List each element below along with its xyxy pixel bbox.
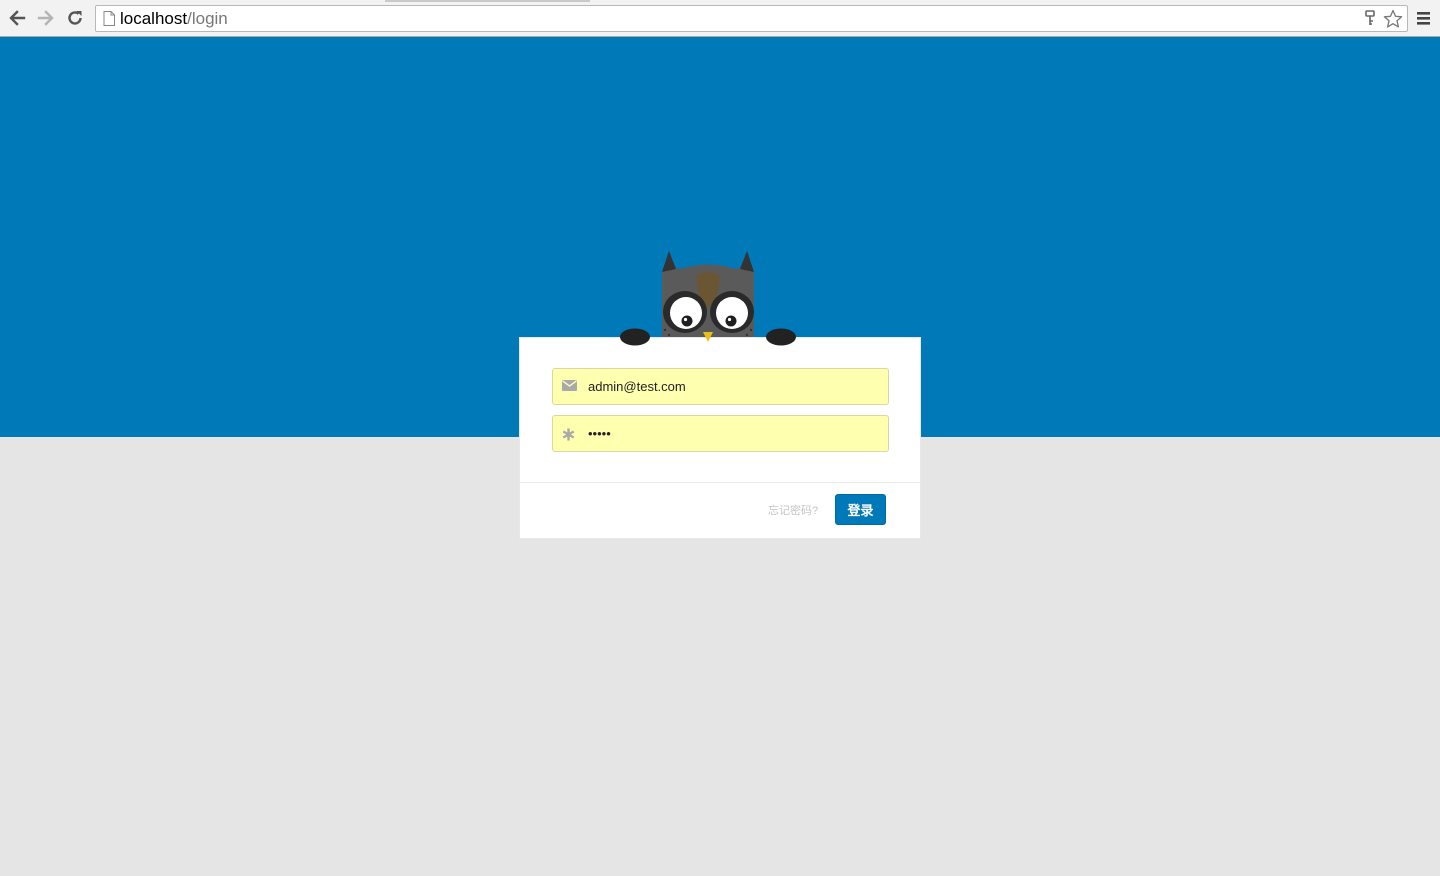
tab-strip-edge bbox=[385, 0, 590, 2]
reload-icon bbox=[68, 11, 82, 25]
reload-button[interactable] bbox=[64, 7, 86, 29]
password-input[interactable] bbox=[588, 416, 883, 451]
email-field-wrapper bbox=[552, 368, 889, 405]
forgot-password-link[interactable]: 忘记密码? bbox=[768, 502, 818, 518]
arrow-right-icon bbox=[37, 10, 54, 26]
login-button[interactable]: 登录 bbox=[835, 494, 886, 525]
key-icon[interactable] bbox=[1365, 10, 1375, 27]
password-field-wrapper bbox=[552, 415, 889, 452]
back-button[interactable] bbox=[6, 7, 28, 29]
browser-toolbar: localhost/login bbox=[0, 0, 1440, 37]
card-divider bbox=[520, 482, 920, 483]
url-host: localhost bbox=[120, 9, 188, 28]
hamburger-menu-icon bbox=[1417, 12, 1430, 25]
chrome-menu-button[interactable] bbox=[1414, 9, 1434, 29]
email-input[interactable] bbox=[588, 369, 883, 404]
page-icon bbox=[103, 11, 115, 26]
envelope-icon bbox=[562, 380, 577, 391]
url-path: /login bbox=[187, 9, 228, 28]
owl-mascot bbox=[620, 251, 796, 346]
star-icon[interactable] bbox=[1383, 9, 1403, 29]
login-card: 忘记密码? 登录 bbox=[519, 337, 921, 539]
asterisk-icon bbox=[562, 428, 575, 441]
arrow-left-icon bbox=[9, 10, 26, 26]
address-bar[interactable]: localhost/login bbox=[95, 5, 1408, 32]
url-text[interactable]: localhost/login bbox=[120, 9, 228, 29]
forward-button[interactable] bbox=[35, 7, 57, 29]
